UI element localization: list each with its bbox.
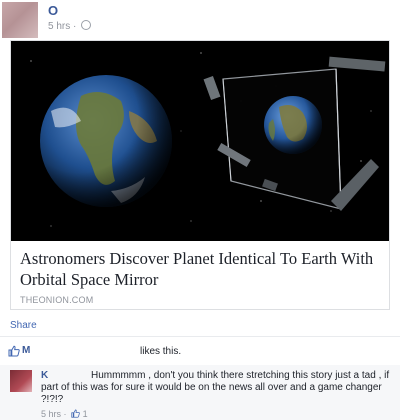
comment-time[interactable]: 5 hrs <box>41 409 61 419</box>
likes-names[interactable]: M <box>22 345 30 356</box>
likes-bar <box>0 337 400 363</box>
poster-name[interactable]: O <box>48 3 58 18</box>
comment-like-icon[interactable] <box>71 409 80 418</box>
comment-separator: · <box>63 409 67 419</box>
poster-avatar[interactable] <box>2 2 38 38</box>
link-title[interactable]: Astronomers Discover Planet Identical To… <box>20 248 380 290</box>
earth-reflection <box>264 96 322 154</box>
space-illustration <box>11 41 389 241</box>
meta-separator: · <box>73 21 77 32</box>
comment-text: Hummmmm , don't you think there stretchi… <box>41 370 390 405</box>
earth-large <box>40 75 172 207</box>
link-source: THEONION.COM <box>20 295 94 305</box>
likes-suffix: likes this. <box>140 346 182 357</box>
share-link[interactable]: Share <box>10 320 37 331</box>
post-time[interactable]: 5 hrs <box>48 21 70 32</box>
thumbs-up-icon[interactable] <box>8 345 20 357</box>
globe-icon <box>81 20 92 30</box>
link-card[interactable]: Astronomers Discover Planet Identical To… <box>10 40 390 310</box>
post-meta: 5 hrs · <box>48 20 92 32</box>
link-card-image[interactable] <box>11 41 389 241</box>
comment-like-count[interactable]: 1 <box>83 409 88 419</box>
comment-meta: 5 hrs · 1 <box>41 409 88 419</box>
commenter-avatar[interactable] <box>10 370 32 392</box>
